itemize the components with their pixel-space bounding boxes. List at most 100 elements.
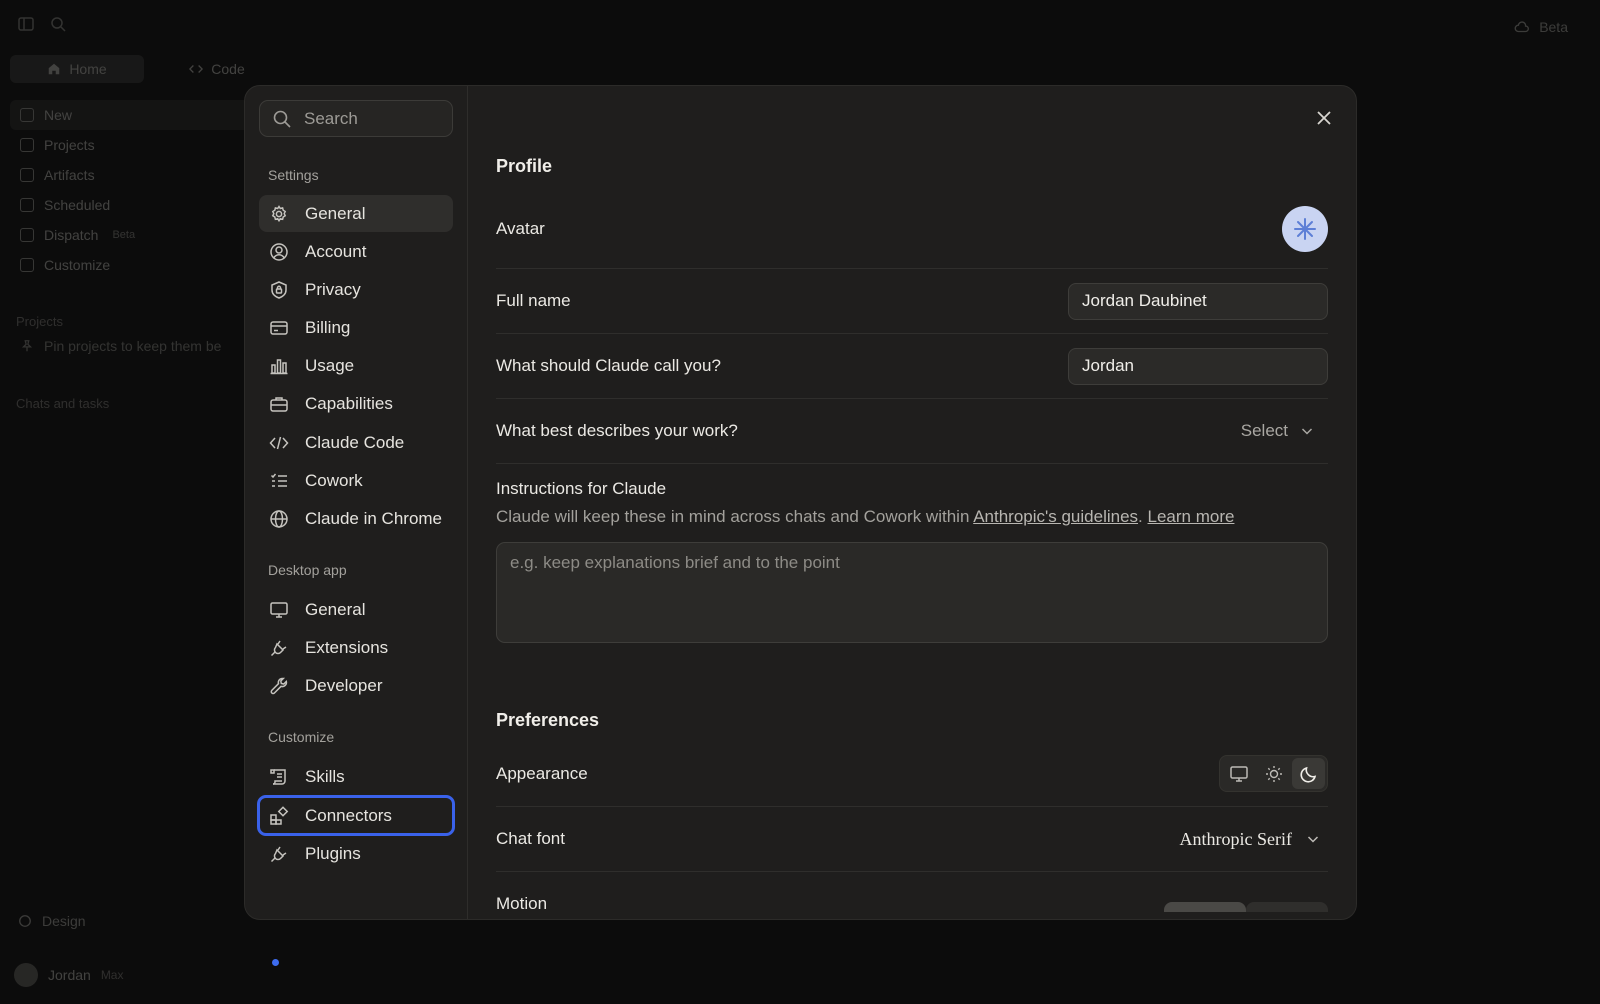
plug-icon — [269, 844, 289, 864]
customize-heading: Customize — [268, 728, 335, 745]
sidebar-toggle-icon — [16, 14, 36, 34]
sidebar-item-skills[interactable]: Skills — [259, 759, 453, 796]
bg-chats-heading: Chats and tasks — [16, 396, 110, 411]
gear-icon — [269, 204, 289, 224]
monitor-icon — [269, 600, 289, 620]
artifact-icon — [20, 168, 34, 182]
settings-heading: Settings — [268, 167, 319, 183]
appearance-system-button[interactable] — [1222, 758, 1255, 789]
credit-card-icon — [269, 318, 289, 338]
sidebar-item-extensions[interactable]: Extensions — [259, 630, 453, 667]
instructions-textarea[interactable]: e.g. keep explanations brief and to the … — [496, 542, 1328, 643]
bg-nav-item: Projects — [10, 130, 250, 160]
appearance-dark-button[interactable] — [1292, 758, 1325, 789]
asterisk-icon — [1291, 215, 1319, 243]
avatar-row: Avatar — [496, 189, 1328, 269]
phone-icon — [20, 228, 34, 242]
home-icon — [47, 62, 61, 76]
notification-dot — [272, 959, 279, 966]
bg-nav-item: Artifacts — [10, 160, 250, 190]
sidebar-item-claude-in-chrome[interactable]: Claude in Chrome — [259, 501, 453, 538]
guidelines-link[interactable]: Anthropic's guidelines — [973, 507, 1138, 526]
bg-tab-code: Code — [150, 55, 284, 83]
settings-sidebar: Settings General Account Privacy Billing… — [245, 86, 468, 919]
code-icon — [269, 433, 289, 453]
search-icon — [272, 109, 292, 129]
work-row: What best describes your work? Select — [496, 399, 1328, 464]
avatar — [14, 963, 38, 987]
user-circle-icon — [269, 242, 289, 262]
shield-lock-icon — [269, 280, 289, 300]
preferences-heading: Preferences — [496, 710, 600, 730]
clock-icon — [20, 198, 34, 212]
bg-nav-item: Scheduled — [10, 190, 250, 220]
bg-tabs: Home Code — [10, 55, 284, 83]
sidebar-item-developer[interactable]: Developer — [259, 668, 453, 705]
desktop-app-heading: Desktop app — [268, 561, 347, 578]
monitor-icon — [1229, 764, 1249, 784]
bg-nav: New Projects Artifacts Scheduled Dispatc… — [10, 100, 250, 280]
sidebar-item-capabilities[interactable]: Capabilities — [259, 386, 453, 423]
chat-font-row: Chat font Anthropic Serif — [496, 807, 1328, 872]
appearance-light-button[interactable] — [1257, 758, 1290, 789]
bg-design: Design — [18, 913, 86, 929]
work-select-value: Select — [1240, 421, 1288, 440]
close-icon — [1312, 106, 1336, 130]
settings-search[interactable] — [259, 100, 453, 137]
search-input[interactable] — [304, 108, 444, 129]
folder-icon — [20, 138, 34, 152]
sidebar-item-general[interactable]: General — [259, 195, 453, 232]
connectors-icon — [269, 805, 289, 826]
briefcase-icon — [269, 394, 289, 414]
bg-user: Jordan Max — [14, 963, 123, 987]
motion-row: Motion — [496, 872, 1328, 912]
bg-nav-item: New — [10, 100, 250, 130]
appearance-toggle-group — [1219, 755, 1328, 792]
sidebar-item-cowork[interactable]: Cowork — [259, 462, 453, 499]
plus-icon — [20, 108, 34, 122]
sun-icon — [1264, 764, 1284, 784]
nickname-field[interactable]: Jordan — [1068, 347, 1328, 385]
full-name-row: Full name Jordan Daubinet — [496, 269, 1328, 334]
sidebar-item-plugins[interactable]: Plugins — [259, 835, 453, 872]
sidebar-item-desktop-general[interactable]: General — [259, 592, 453, 629]
bg-nav-item: Dispatch Beta — [10, 220, 250, 250]
motion-toggle-group[interactable] — [1164, 902, 1328, 912]
bg-nav-item: Customize — [10, 250, 250, 280]
full-name-field[interactable]: Jordan Daubinet — [1068, 282, 1328, 320]
sidebar-item-account[interactable]: Account — [259, 233, 453, 270]
chevron-down-icon — [1306, 832, 1320, 846]
learn-more-link[interactable]: Learn more — [1148, 507, 1235, 526]
chat-font-select[interactable]: Anthropic Serif — [1180, 829, 1328, 850]
cloud-icon — [1513, 18, 1531, 36]
instructions-label: Instructions for Claude — [496, 479, 667, 498]
avatar[interactable] — [1282, 205, 1328, 252]
code-icon — [189, 62, 204, 76]
bg-topbar — [16, 14, 68, 34]
sidebar-item-privacy[interactable]: Privacy — [259, 271, 453, 308]
bg-beta-badge: Beta — [1513, 18, 1568, 36]
bg-search-icon — [48, 14, 68, 34]
sidebar-item-billing[interactable]: Billing — [259, 310, 453, 347]
bg-projects-hint: Pin projects to keep them be — [20, 338, 221, 354]
bg-projects-heading: Projects — [16, 314, 63, 329]
close-button[interactable] — [1312, 106, 1336, 130]
sidebar-item-claude-code[interactable]: Claude Code — [259, 424, 453, 461]
nickname-label: What should Claude call you? — [496, 356, 721, 375]
sidebar-item-connectors[interactable]: Connectors — [257, 795, 455, 837]
full-name-label: Full name — [496, 291, 571, 310]
plug-icon — [269, 638, 289, 658]
moon-icon — [1299, 764, 1319, 784]
wrench-icon — [269, 676, 289, 696]
chat-font-label: Chat font — [496, 829, 565, 848]
motion-option[interactable] — [1246, 902, 1328, 912]
avatar-label: Avatar — [496, 218, 545, 238]
motion-option[interactable] — [1164, 902, 1246, 912]
scroll-icon — [269, 767, 289, 787]
pin-icon — [20, 339, 34, 353]
settings-main-panel: Profile Avatar Full name Jordan Daubinet… — [468, 86, 1356, 919]
work-select[interactable]: Select — [1241, 421, 1328, 441]
appearance-label: Appearance — [496, 763, 588, 783]
globe-icon — [269, 509, 289, 529]
sidebar-item-usage[interactable]: Usage — [259, 348, 453, 385]
